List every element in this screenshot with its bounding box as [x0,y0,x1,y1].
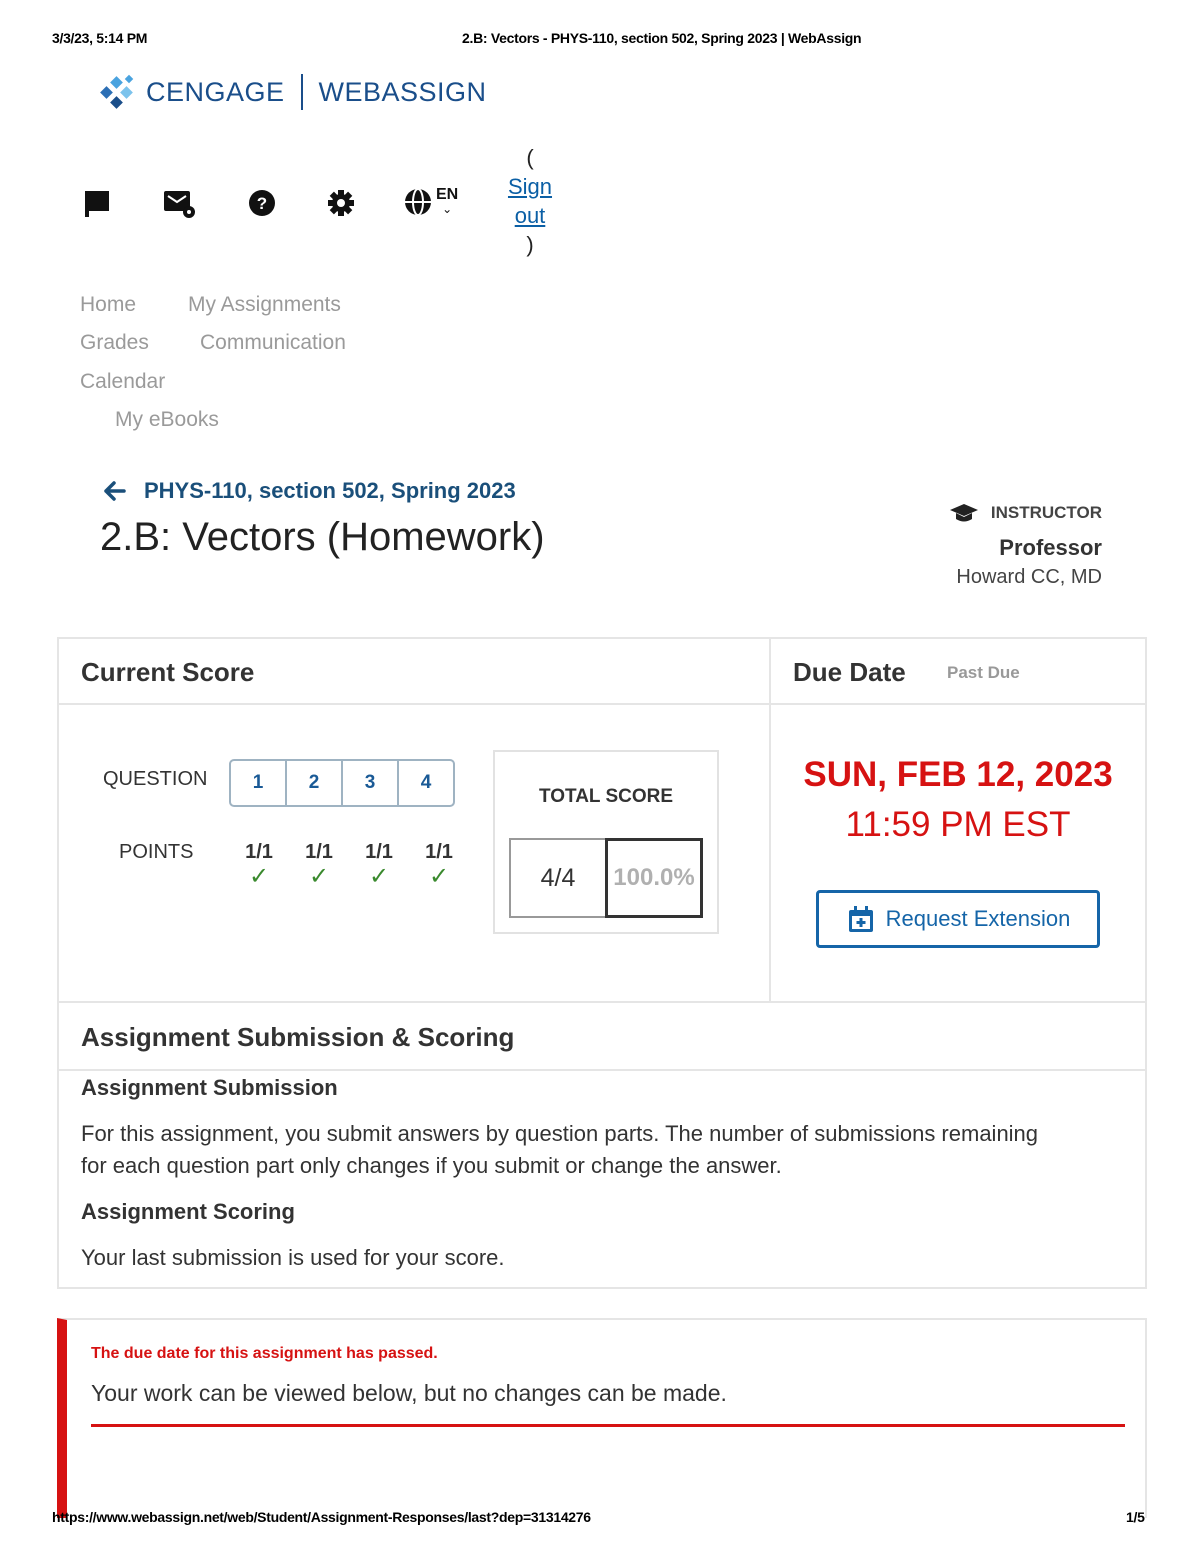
due-time-value: 11:59 PM EST [845,805,1071,844]
question-button-3[interactable]: 3 [341,759,399,807]
signout-label-1: Sign [507,174,553,199]
submission-title: Assignment Submission [81,1075,338,1100]
nav-grades[interactable]: Grades [80,331,149,355]
submission-scoring-heading: Assignment Submission & Scoring [81,1022,515,1052]
current-score-body: QUESTION POINTS 1 2 3 4 1/1 ✓ 1/1 ✓ 1/1 ✓ 1… [57,703,771,1003]
print-page-number: 1/5 [1126,1509,1145,1525]
submission-text: For this assignment, you submit answers … [81,1118,1121,1182]
submission-text-line-1: For this assignment, you submit answers … [81,1121,1039,1146]
due-date-body: SUN, FEB 12, 2023 11:59 PM EST [769,703,1147,1003]
print-datetime: 3/3/23, 5:14 PM [52,30,148,46]
signout-close-paren: ) [526,232,534,257]
question-selector: 1 2 3 4 [229,759,455,807]
total-score-box: TOTAL SCORE 4/4 100.0% [493,750,719,934]
cengage-logo-icon [98,72,138,112]
print-title: 2.B: Vectors - PHYS-110, section 502, Sp… [462,30,862,46]
scoring-text: Your last submission is used for your sc… [81,1245,505,1270]
question-button-1[interactable]: 1 [229,759,287,807]
message-icon[interactable] [162,186,196,220]
signout-label-2: out [514,203,546,228]
question-points-4: 1/1 ✓ [409,841,469,890]
question-button-4[interactable]: 4 [397,759,455,807]
checkmark-icon: ✓ [428,863,450,890]
alert-text: Your work can be viewed below, but no ch… [91,1380,727,1406]
settings-icon[interactable] [324,186,358,220]
alert-title: The due date for this assignment has pas… [91,1345,438,1362]
question-button-2[interactable]: 2 [285,759,343,807]
arrow-left-icon [104,481,126,501]
svg-text:?: ? [257,194,267,213]
sign-out: ( Sign out ) [505,143,555,259]
page-title: 2.B: Vectors (Homework) [100,515,545,559]
points-row: 1/1 ✓ 1/1 ✓ 1/1 ✓ 1/1 ✓ [229,841,469,890]
nav-calendar[interactable]: Calendar [80,370,165,394]
current-score-header: Current Score [57,637,771,705]
globe-icon [405,188,431,216]
scoring-title: Assignment Scoring [81,1199,295,1224]
question-points-2: 1/1 ✓ [289,841,349,890]
due-date-header: Due Date Past Due [769,637,1147,705]
nav-my-assignments[interactable]: My Assignments [188,293,341,317]
checkmark-icon: ✓ [248,863,270,890]
submission-scoring-body: Assignment Submission For this assignmen… [57,1069,1147,1289]
submission-scoring-header: Assignment Submission & Scoring [57,1001,1147,1071]
instructor-label: INSTRUCTOR [949,502,1102,524]
nav-my-ebooks[interactable]: My eBooks [115,408,219,432]
due-date-heading: Due Date [793,657,906,687]
sign-out-link[interactable]: Sign out [508,174,552,228]
alert-divider [91,1424,1125,1427]
cengage-webassign-logo[interactable]: CENGAGE WEBASSIGN [98,72,487,112]
total-score-label: TOTAL SCORE [538,786,674,807]
total-points: 4/4 [509,838,607,918]
past-due-badge: Past Due [947,663,1020,682]
logo-product: WEBASSIGN [318,76,487,107]
submission-text-line-2: for each question part only changes if y… [81,1153,782,1178]
current-score-heading: Current Score [81,657,255,687]
help-icon[interactable]: ? [245,186,279,220]
checkmark-icon: ✓ [308,863,330,890]
signout-open-paren: ( [526,145,534,170]
checkmark-icon: ✓ [368,863,390,890]
logo-brand: CENGAGE [146,76,285,107]
language-selector[interactable]: EN ⌄ [402,186,458,218]
total-percent: 100.0% [605,838,703,918]
calendar-plus-icon [848,906,873,932]
request-extension-button[interactable]: Request Extension [816,890,1100,948]
instructor-name: Professor [999,535,1102,560]
chevron-down-icon: ⌄ [442,202,453,216]
question-points-1: 1/1 ✓ [229,841,289,890]
request-extension-label: Request Extension [885,906,1071,931]
points-label: POINTS [119,841,194,863]
instructor-org: Howard CC, MD [956,566,1102,588]
print-url: https://www.webassign.net/web/Student/As… [52,1509,591,1525]
points-value: 1/1 [245,841,273,863]
graduation-cap-icon [949,504,978,522]
question-points-3: 1/1 ✓ [349,841,409,890]
past-due-alert: The due date for this assignment has pas… [57,1318,1147,1518]
breadcrumb[interactable]: PHYS-110, section 502, Spring 2023 [104,478,516,504]
logo-divider [300,74,303,110]
points-value: 1/1 [365,841,393,863]
question-label: QUESTION [103,768,208,790]
breadcrumb-course-link[interactable]: PHYS-110, section 502, Spring 2023 [144,478,516,504]
due-date-value: SUN, FEB 12, 2023 [803,755,1113,794]
flag-icon[interactable] [80,186,114,220]
instructor-label-text: INSTRUCTOR [990,503,1102,522]
points-value: 1/1 [425,841,453,863]
points-value: 1/1 [305,841,333,863]
nav-home[interactable]: Home [80,293,136,317]
nav-communication[interactable]: Communication [200,331,346,355]
